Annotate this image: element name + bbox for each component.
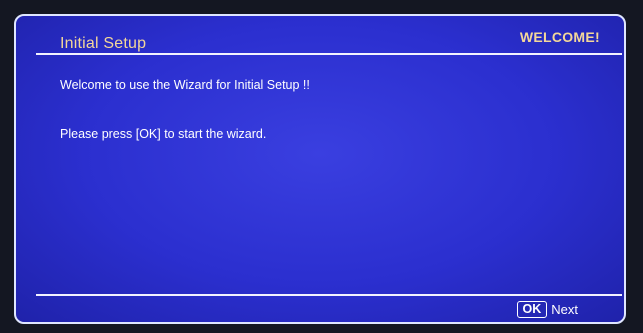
tv-screen: Initial Setup WELCOME! Welcome to use th… <box>0 0 643 333</box>
instruction-message: Please press [OK] to start the wizard. <box>60 127 267 141</box>
welcome-badge: WELCOME! <box>519 29 600 45</box>
dialog-header: Initial Setup WELCOME! <box>16 16 624 56</box>
header-divider <box>36 53 622 55</box>
footer-divider <box>36 294 622 296</box>
next-label: Next <box>551 302 578 317</box>
welcome-message: Welcome to use the Wizard for Initial Se… <box>60 78 310 92</box>
ok-key-icon[interactable]: OK <box>516 301 548 318</box>
initial-setup-dialog: Initial Setup WELCOME! Welcome to use th… <box>14 14 626 324</box>
dialog-footer: OK Next <box>516 301 578 318</box>
dialog-title: Initial Setup <box>60 35 147 52</box>
